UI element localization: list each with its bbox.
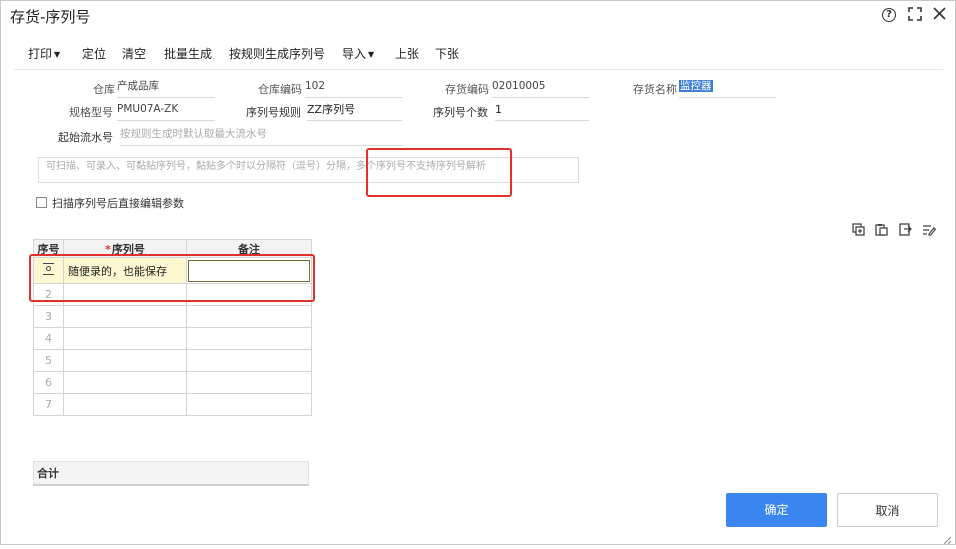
- summary-bar: 合计: [33, 461, 309, 486]
- remark-cell[interactable]: [186, 327, 312, 350]
- serial-cell[interactable]: [63, 393, 187, 416]
- table-row[interactable]: 5: [33, 349, 312, 372]
- warehouse-field[interactable]: 产成品库: [117, 79, 215, 98]
- edit-list-icon[interactable]: [922, 221, 937, 236]
- table-row[interactable]: 4: [33, 327, 312, 350]
- import-menu[interactable]: 导入 ▼: [342, 45, 374, 62]
- batch-generate-button[interactable]: 批量生成: [164, 45, 212, 62]
- remark-cell[interactable]: [186, 349, 312, 372]
- edit-after-scan-checkbox[interactable]: [36, 197, 47, 208]
- stock-name-label: 存货名称: [633, 83, 677, 96]
- table-row[interactable]: 3: [33, 305, 312, 328]
- resize-handle-icon[interactable]: [942, 530, 952, 545]
- clear-button[interactable]: 清空: [122, 45, 146, 62]
- title-bar: 存货-序列号 ?: [1, 1, 955, 31]
- cancel-button[interactable]: 取消: [837, 493, 938, 527]
- toolbar: 打印 ▼ 定位 清空 批量生成 按规则生成序列号 导入 ▼ 上张 下张: [1, 45, 955, 67]
- serial-cell[interactable]: [63, 327, 187, 350]
- serial-dialog: 存货-序列号 ? 打印 ▼ 定位 清空 批量生成 按规则生成序列号 导入 ▼ 上张 …: [0, 0, 956, 545]
- import-label: 导入: [342, 47, 367, 61]
- ok-button[interactable]: 确定: [726, 493, 827, 527]
- prev-button[interactable]: 上张: [395, 45, 419, 62]
- stock-name-field[interactable]: 监控器: [679, 79, 776, 98]
- stock-name-selection: 监控器: [679, 80, 713, 92]
- serial-rule-field[interactable]: ZZ序列号: [307, 102, 402, 121]
- serial-cell[interactable]: [63, 305, 187, 328]
- paste-row-icon[interactable]: [875, 221, 888, 236]
- highlight-box-row: [29, 254, 315, 302]
- serial-cell[interactable]: [63, 371, 187, 394]
- edit-after-scan-label: 扫描序列号后直接编辑参数: [52, 197, 184, 210]
- serial-rule-label: 序列号规则: [246, 106, 301, 119]
- start-serial-label: 起始流水号: [58, 131, 113, 144]
- row-number: 5: [33, 349, 64, 372]
- copy-row-icon[interactable]: [852, 221, 865, 236]
- chevron-down-icon: ▼: [54, 50, 61, 59]
- print-menu[interactable]: 打印 ▼: [28, 45, 60, 62]
- spec-label: 规格型号: [69, 106, 113, 119]
- spec-field[interactable]: PMU07A-ZK: [117, 102, 215, 121]
- serial-count-field[interactable]: 1: [495, 102, 589, 121]
- warehouse-code-field[interactable]: 102: [305, 79, 402, 98]
- warehouse-code-label: 仓库编码: [258, 83, 302, 96]
- chevron-down-icon: ▼: [368, 50, 375, 59]
- edit-after-scan-option[interactable]: 扫描序列号后直接编辑参数: [36, 195, 184, 211]
- help-icon[interactable]: ?: [882, 8, 896, 22]
- print-label: 打印: [28, 47, 53, 61]
- generate-by-rule-button[interactable]: 按规则生成序列号: [229, 45, 325, 62]
- next-button[interactable]: 下张: [435, 45, 459, 62]
- dialog-title: 存货-序列号: [10, 8, 91, 26]
- remark-cell[interactable]: [186, 371, 312, 394]
- toolbar-divider: [14, 69, 943, 70]
- warehouse-label: 仓库: [93, 83, 115, 96]
- row-number: 6: [33, 371, 64, 394]
- remark-cell[interactable]: [186, 393, 312, 416]
- serial-count-label: 序列号个数: [433, 106, 488, 119]
- row-number: 3: [33, 305, 64, 328]
- row-number: 4: [33, 327, 64, 350]
- export-row-icon[interactable]: [899, 221, 912, 236]
- highlight-box-hint: [366, 148, 512, 197]
- locate-button[interactable]: 定位: [82, 45, 106, 62]
- remark-cell[interactable]: [186, 305, 312, 328]
- stock-code-field[interactable]: 02010005: [492, 79, 589, 98]
- maximize-icon[interactable]: [907, 7, 923, 23]
- close-icon[interactable]: [931, 7, 947, 23]
- start-serial-field[interactable]: 按规则生成时默认取最大流水号: [120, 127, 402, 146]
- row-number: 7: [33, 393, 64, 416]
- serial-cell[interactable]: [63, 349, 187, 372]
- stock-code-label: 存货编码: [445, 83, 489, 96]
- table-row[interactable]: 6: [33, 371, 312, 394]
- table-row[interactable]: 7: [33, 393, 312, 416]
